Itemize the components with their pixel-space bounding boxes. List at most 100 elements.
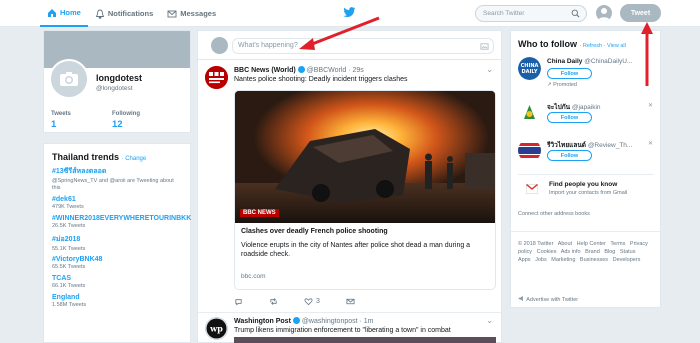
card-description: Violence erupts in the city of Nantes af… [241,242,471,259]
refresh-view-all-links[interactable]: · Refresh · View all [580,43,626,49]
advertise-link[interactable]: Advertise with Twitter [518,295,578,303]
like-button[interactable]: 3 [304,297,320,306]
trend-tweet-count: 479K Tweets [52,203,84,210]
footer-link[interactable]: Brand [585,249,600,255]
retweet-button[interactable] [269,297,278,306]
trend-item[interactable]: England 1.58M Tweets [52,294,182,309]
tweets-stat[interactable]: Tweets 1 [51,111,71,130]
suggestion-avatar[interactable] [518,101,541,124]
search-icon[interactable] [571,9,580,18]
gmail-icon [526,184,538,194]
profile-handle[interactable]: @longdotest [96,85,133,92]
tweet-text: Trump likens immigration enforcement to … [234,327,451,334]
trend-item[interactable]: #13ซีรีส์หลงตลอด @SpringNews_TV and @aroi… [52,166,182,192]
follow-suggestion: จะไปกัน @japaikin Follow ✕ [511,101,660,141]
tweet-author-name[interactable]: Washington Post [234,318,291,325]
follow-suggestion: CHINA DAILY China Daily @ChinaDailyU... F… [511,57,660,97]
trends-change-link[interactable]: · Change [122,156,147,162]
tweet-author-name[interactable]: BBC News (World) [234,67,296,74]
nav-messages[interactable]: Messages [160,0,223,27]
footer-link[interactable]: Marketing [551,257,575,263]
bbc-news-logo [205,66,228,89]
tweet-media-preview[interactable] [234,337,496,343]
composer-input[interactable]: What's happening? [232,38,494,54]
reply-button[interactable] [234,297,243,306]
footer-link[interactable]: Businesses [580,257,608,263]
dismiss-icon[interactable]: ✕ [648,140,653,147]
trend-item[interactable]: #VictoryBNK48 65.5K Tweets [52,256,182,271]
follow-button[interactable]: Follow [547,68,592,79]
profile-name[interactable]: longdotest [96,73,142,83]
nav-home[interactable]: Home [40,0,88,27]
tweet-author-avatar[interactable]: wp [205,317,228,340]
suggestion-name[interactable]: รีวิวไทยแลนด์ @Review_Th... [547,140,647,150]
twitter-bird-icon[interactable] [343,7,356,18]
svg-text:DAILY: DAILY [522,69,538,75]
like-count: 3 [316,298,320,305]
follow-suggestion: รีวิวไทยแลนด์ @Review_Th... Follow ✕ [511,139,660,179]
direct-message-button[interactable] [346,297,355,306]
nav-notifications[interactable]: Notifications [88,0,160,27]
trend-list: #13ซีรีส์หลงตลอด @SpringNews_TV and @aroi… [52,166,191,309]
envelope-icon [167,10,177,17]
search-input[interactable] [476,6,566,21]
news-photo-burning-car [235,91,495,223]
footer-link[interactable]: Cookies [537,249,557,255]
footer-link[interactable]: Developers [613,257,641,263]
composer-placeholder: What's happening? [238,42,298,49]
promoted-label: ↗ Promoted [547,82,577,88]
profile-card: longdotest @longdotest Tweets 1 Followin… [43,30,191,133]
megaphone-icon [518,296,523,301]
chevron-down-icon[interactable]: ⌄ [486,316,493,325]
trend-tweet-count: 66.1K Tweets [52,283,86,290]
footer-link[interactable]: Blog [604,249,615,255]
tweet-item[interactable]: BBC News (World) @BBCWorld · 29s ⌄ Nante… [198,60,501,306]
tweet-header: BBC News (World) @BBCWorld · 29s [234,66,364,74]
footer-link[interactable]: Terms [610,241,625,247]
verified-badge-icon [292,317,300,324]
follow-button[interactable]: Follow [547,150,592,161]
bell-icon [95,9,105,19]
trend-item[interactable]: TCAS 66.1K Tweets [52,275,182,290]
footer-link[interactable]: Status [620,249,636,255]
follow-button[interactable]: Follow [547,112,592,123]
japaikin-avatar [518,101,541,124]
footer-link[interactable]: Ads info [561,249,581,255]
user-avatar-menu[interactable] [596,5,612,21]
profile-avatar[interactable] [49,59,89,99]
trend-item[interactable]: #WINNER2018EVERYWHERETOURINBKK 26.5K Twee… [52,215,191,230]
tweet-author-handle[interactable]: @BBCWorld · 29s [307,67,364,74]
trend-tweet-count: 65.5K Tweets [52,264,86,271]
camera-icon [60,72,78,86]
link-preview-card[interactable]: BBC NEWS Clashes over deadly French poli… [234,90,496,290]
footer-link[interactable]: About [558,241,572,247]
tweet-actions: 3 [234,297,355,306]
suggestion-avatar[interactable]: CHINA DAILY [518,57,541,80]
trend-item[interactable]: #ม่อ2018 55.1K Tweets [52,234,182,253]
connect-address-books-link[interactable]: Connect other address books [518,211,590,217]
tweet-author-avatar[interactable] [205,66,228,89]
following-stat[interactable]: Following 12 [112,111,140,130]
search-box [475,5,587,22]
trend-name: TCAS [52,275,72,283]
review-thailand-avatar [518,139,541,162]
suggestion-name[interactable]: China Daily @ChinaDailyU... [547,58,647,65]
tweet-author-handle[interactable]: @washingtonpost · 1m [302,318,374,325]
tweet-item[interactable]: wp Washington Post @washingtonpost · 1m … [198,313,501,343]
envelope-icon [346,298,355,305]
suggestion-avatar[interactable] [518,139,541,162]
tweet-composer: What's happening? [197,30,502,60]
tweet-button[interactable]: Tweet [620,4,661,22]
dismiss-icon[interactable]: ✕ [648,102,653,109]
verified-badge-icon [297,66,305,73]
trend-name: #VictoryBNK48 [52,256,103,264]
suggestion-name[interactable]: จะไปกัน @japaikin [547,102,647,112]
footer-link[interactable]: Jobs [535,257,547,263]
trend-name: England [52,294,80,302]
footer-link[interactable]: Apps [518,257,531,263]
chevron-down-icon[interactable]: ⌄ [486,65,493,74]
trend-name: #13ซีรีส์หลงตลอด [52,168,107,175]
footer-link[interactable]: Help Center [577,241,606,247]
image-upload-icon[interactable] [480,42,489,51]
trend-item[interactable]: #dek61 479K Tweets [52,196,182,211]
